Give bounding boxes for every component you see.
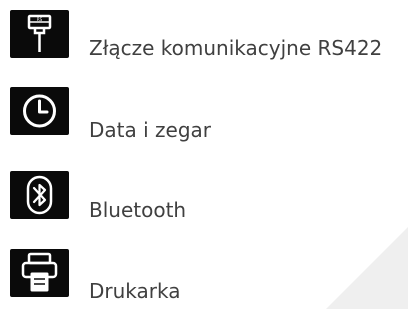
list-item-date-clock[interactable]: Data i zegar [0, 80, 408, 160]
clock-icon [10, 87, 69, 135]
list-item-rs422[interactable]: RS Złącze komunikacyjne RS422 [0, 0, 408, 80]
list-item-label: Data i zegar [89, 118, 212, 142]
svg-text:RS: RS [37, 17, 43, 22]
bluetooth-icon [10, 171, 69, 219]
list-item-label: Bluetooth [89, 198, 187, 222]
printer-icon [10, 249, 69, 297]
list-item-label: Drukarka [89, 279, 181, 303]
rs422-connector-icon: RS [10, 10, 69, 58]
settings-list: RS Złącze komunikacyjne RS422 Data i zeg… [0, 0, 408, 309]
corner-shading [326, 227, 408, 309]
list-item-label: Złącze komunikacyjne RS422 [89, 36, 383, 60]
